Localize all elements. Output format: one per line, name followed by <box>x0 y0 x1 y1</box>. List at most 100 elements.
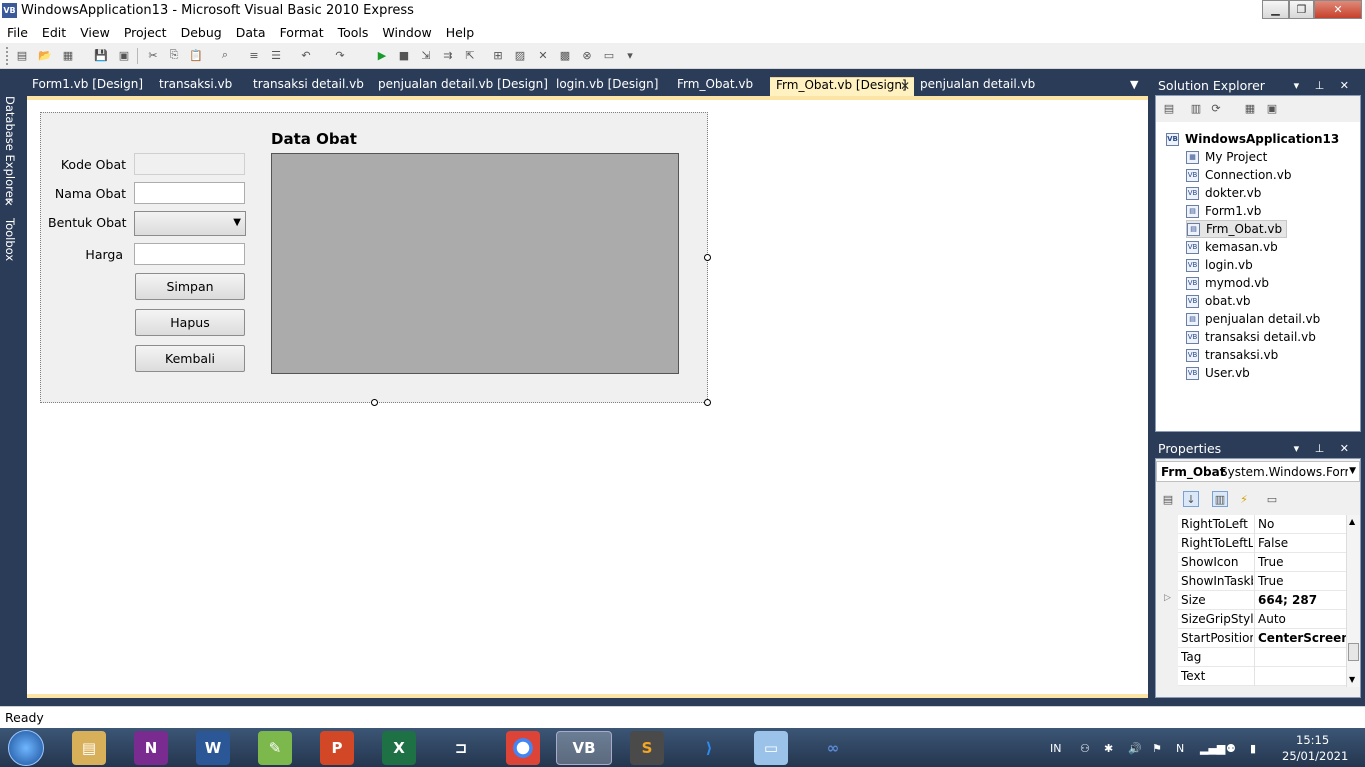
undo-icon[interactable]: ↶ <box>298 47 314 63</box>
property-row[interactable]: RightToLeftLa False <box>1178 534 1346 553</box>
flag-tray-icon[interactable]: ⚑ <box>1152 742 1162 755</box>
app-tray-icon[interactable]: N <box>1176 742 1184 755</box>
properties-page-icon[interactable]: ▥ <box>1188 100 1204 116</box>
redo-icon[interactable]: ↷ <box>332 47 348 63</box>
word-taskbar-icon[interactable]: W <box>196 731 230 765</box>
tab-form1-design[interactable]: Form1.vb [Design] <box>22 77 143 96</box>
tree-item-transaksi[interactable]: VB transaksi.vb <box>1186 346 1278 364</box>
object-selector[interactable]: Frm_Obat System.Windows.Forms ▼ <box>1156 461 1360 482</box>
properties-icon[interactable]: ▨ <box>512 47 528 63</box>
notepad-taskbar-icon[interactable]: ✎ <box>258 731 292 765</box>
add-item-icon[interactable]: ▦ <box>60 47 76 63</box>
events-icon[interactable]: ⚡ <box>1236 491 1252 507</box>
menu-window[interactable]: Window <box>375 25 438 40</box>
tree-item-frm-obat[interactable]: ▤ Frm_Obat.vb <box>1186 220 1288 238</box>
bluetooth-tray-icon[interactable]: ✱ <box>1104 742 1113 755</box>
tree-item-kemasan[interactable]: VB kemasan.vb <box>1186 238 1278 256</box>
signal-tray-icon[interactable]: ▂▄▆ <box>1200 742 1225 755</box>
menu-project[interactable]: Project <box>117 25 174 40</box>
panel-controls-icon[interactable]: ▾ ⊥ ✕ <box>1294 442 1355 455</box>
property-row[interactable]: RightToLeft No <box>1178 515 1346 534</box>
menu-file[interactable]: File <box>0 25 35 40</box>
properties-scrollbar[interactable]: ▲ ▼ <box>1346 515 1360 687</box>
cut-icon[interactable]: ✂ <box>145 47 161 63</box>
clock-time[interactable]: 15:15 <box>1296 733 1329 747</box>
scroll-down-icon[interactable]: ▼ <box>1349 675 1355 684</box>
properties-view-icon[interactable]: ▥ <box>1212 491 1228 507</box>
resize-handle-right[interactable] <box>704 254 711 261</box>
menu-view[interactable]: View <box>73 25 117 40</box>
expand-icon[interactable]: ▷ <box>1164 593 1171 603</box>
error-list-icon[interactable]: ⊗ <box>579 47 595 63</box>
tree-item-form1[interactable]: ▤ Form1.vb <box>1186 202 1261 220</box>
vscode-taskbar-icon[interactable]: ⟩ <box>692 731 726 765</box>
tree-item-obat[interactable]: VB obat.vb <box>1186 292 1251 310</box>
tree-item-login[interactable]: VB login.vb <box>1186 256 1253 274</box>
find-icon[interactable]: ⌕ <box>217 47 233 63</box>
panel-controls-icon[interactable]: ▾ ⊥ ✕ <box>1294 79 1355 92</box>
tree-item-penjualan-detail[interactable]: ▤ penjualan detail.vb <box>1186 310 1320 328</box>
nama-obat-field[interactable] <box>134 182 245 204</box>
start-button-icon[interactable] <box>8 730 44 766</box>
save-icon[interactable]: 💾 <box>93 47 109 63</box>
tree-item-transaksi-detail[interactable]: VB transaksi detail.vb <box>1186 328 1316 346</box>
tree-item-mymod[interactable]: VB mymod.vb <box>1186 274 1269 292</box>
tab-penjualan-detail-design[interactable]: penjualan detail.vb [Design] <box>368 77 548 96</box>
property-row[interactable]: Size 664; 287 <box>1178 591 1346 610</box>
close-icon[interactable]: ✕ <box>1314 0 1362 19</box>
object-browser-icon[interactable]: ▩ <box>557 47 573 63</box>
property-row[interactable]: Text <box>1178 667 1346 686</box>
menu-tools[interactable]: Tools <box>331 25 376 40</box>
harga-field[interactable] <box>134 243 245 265</box>
sublime-taskbar-icon[interactable]: S <box>630 731 664 765</box>
toolbar-grip[interactable] <box>6 47 9 65</box>
refresh-icon[interactable]: ⟳ <box>1208 100 1224 116</box>
kembali-button[interactable]: Kembali <box>135 345 245 372</box>
resize-handle-bottom[interactable] <box>371 399 378 406</box>
scroll-thumb[interactable] <box>1348 643 1359 661</box>
property-row[interactable]: ShowInTaskb True <box>1178 572 1346 591</box>
property-row[interactable]: SizeGripStyle Auto <box>1178 610 1346 629</box>
new-project-icon[interactable]: ▤ <box>14 47 30 63</box>
tree-item-my-project[interactable]: ▦ My Project <box>1186 148 1267 166</box>
open-folder-icon[interactable]: 📂 <box>37 47 53 63</box>
resize-handle-corner[interactable] <box>704 399 711 406</box>
tab-frm-obat[interactable]: Frm_Obat.vb <box>667 77 753 96</box>
tab-transaksi-detail[interactable]: transaksi detail.vb <box>243 77 364 96</box>
tab-transaksi[interactable]: transaksi.vb <box>149 77 232 96</box>
categorized-icon[interactable]: ▤ <box>1160 491 1176 507</box>
tab-login-design[interactable]: login.vb [Design] <box>546 77 658 96</box>
solution-explorer-icon[interactable]: ⊞ <box>490 47 506 63</box>
people-tray-icon[interactable]: ⚉ <box>1226 742 1236 755</box>
clock-date[interactable]: 25/01/2021 <box>1282 749 1348 763</box>
menu-data[interactable]: Data <box>229 25 273 40</box>
show-all-files-icon[interactable]: ▤ <box>1161 100 1177 116</box>
tree-item-dokter[interactable]: VB dokter.vb <box>1186 184 1261 202</box>
close-tab-icon[interactable]: ✕ <box>900 79 910 93</box>
tab-frm-obat-design[interactable]: Frm_Obat.vb [Design] ✕ <box>770 77 914 96</box>
toolbar-options-icon[interactable]: ▾ <box>622 47 638 63</box>
property-row[interactable]: Tag <box>1178 648 1346 667</box>
tab-penjualan-detail[interactable]: penjualan detail.vb <box>910 77 1035 96</box>
view-designer-icon[interactable]: ▣ <box>1264 100 1280 116</box>
property-row[interactable]: ShowIcon True <box>1178 553 1346 572</box>
step-into-icon[interactable]: ⇲ <box>418 47 434 63</box>
powerpoint-taskbar-icon[interactable]: P <box>320 731 354 765</box>
tab-dropdown-icon[interactable]: ▼ <box>1130 78 1138 91</box>
minimize-icon[interactable]: ▁ <box>1262 0 1289 19</box>
network-tray-icon[interactable]: ⚇ <box>1080 742 1090 755</box>
comment-icon[interactable]: ≡ <box>246 47 262 63</box>
scroll-up-icon[interactable]: ▲ <box>1349 517 1355 526</box>
menu-format[interactable]: Format <box>273 25 331 40</box>
save-all-icon[interactable]: ▣ <box>116 47 132 63</box>
stop-icon[interactable]: ■ <box>396 47 412 63</box>
data-obat-grid[interactable] <box>271 153 679 374</box>
alphabetical-icon[interactable]: ↓ <box>1183 491 1199 507</box>
database-explorer-tab[interactable]: Database Explorer <box>3 96 17 202</box>
toolbox-tab[interactable]: Toolbox <box>3 218 17 261</box>
copy-icon[interactable]: ⎘ <box>166 47 182 63</box>
start-debugging-icon[interactable]: ▶ <box>374 47 390 63</box>
maximize-icon[interactable]: ❐ <box>1289 0 1314 19</box>
tree-root[interactable]: VB WindowsApplication13 <box>1166 130 1339 148</box>
step-out-icon[interactable]: ⇱ <box>462 47 478 63</box>
